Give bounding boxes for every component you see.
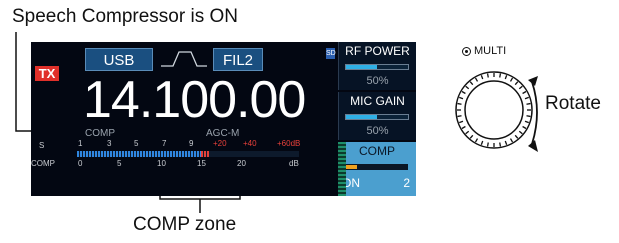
s-tick: 3 [107,139,112,148]
mic-gain-value: 50% [366,125,389,137]
comp-tick: 5 [117,159,122,168]
comp-tick: 15 [197,159,206,168]
knob-notch [486,73,489,78]
s-meter-label: S [39,141,45,150]
knob-notch [457,102,462,105]
comp-tick: 20 [237,159,246,168]
agc-status: AGC-M [206,128,240,139]
s-meter-fill [77,151,201,157]
mic-gain-title: MIC GAIN [350,94,405,108]
s-tick: 5 [134,139,139,148]
knob-notch [457,115,462,118]
mic-gain-fill [346,115,377,119]
rf-power-bar [345,64,409,70]
filter-button[interactable]: FIL2 [213,48,263,71]
knob-notch [499,142,502,147]
s-meter-fill-over [201,151,211,157]
comp-tick: 10 [157,159,166,168]
rf-power-value: 50% [366,75,389,87]
comp-panel-title: COMP [359,144,395,158]
multi-indicator-icon [462,47,471,56]
comp-tick-unit: dB [289,159,299,168]
rotate-arrow-icon [528,76,538,152]
s-tick: 9 [189,139,194,148]
comp-level-fill [345,165,358,169]
comp-panel-side-strip [338,142,346,196]
rf-power-panel[interactable]: RF POWER 50% [338,42,416,90]
frequency-display: 14.100.00 [83,71,306,129]
tx-indicator: TX [35,66,59,81]
s-tick: 7 [162,139,167,148]
comp-panel[interactable]: COMP ON 2 [338,142,416,196]
rotate-callout: Rotate [545,93,601,114]
s-tick: 1 [78,139,83,148]
s-plus-tick: +60dB [277,139,301,148]
comp-meter-label: COMP [31,159,55,168]
comp-value: 2 [403,176,410,190]
filter-shape-icon [161,51,207,67]
s-plus-tick: +20 [213,139,227,148]
knob-notch [499,73,502,78]
mic-gain-panel[interactable]: MIC GAIN 50% [338,92,416,140]
radio-display: USB FIL2 SD TX 14.100.00 COMP AGC-M S 1 … [31,42,416,196]
comp-zone-callout: COMP zone [133,214,237,235]
rf-power-title: RF POWER [345,44,410,58]
multi-label: MULTI [474,45,507,57]
comp-tick: 0 [78,159,83,168]
comp-status: COMP [85,128,115,139]
s-meter-bar [77,151,299,157]
comp-level-bar [344,164,408,170]
mic-gain-bar [345,114,409,120]
rf-power-fill [346,65,377,69]
knob-notch [486,142,489,147]
mode-button[interactable]: USB [85,48,153,71]
sd-card-icon: SD [326,48,336,59]
s-plus-tick: +40 [243,139,257,148]
